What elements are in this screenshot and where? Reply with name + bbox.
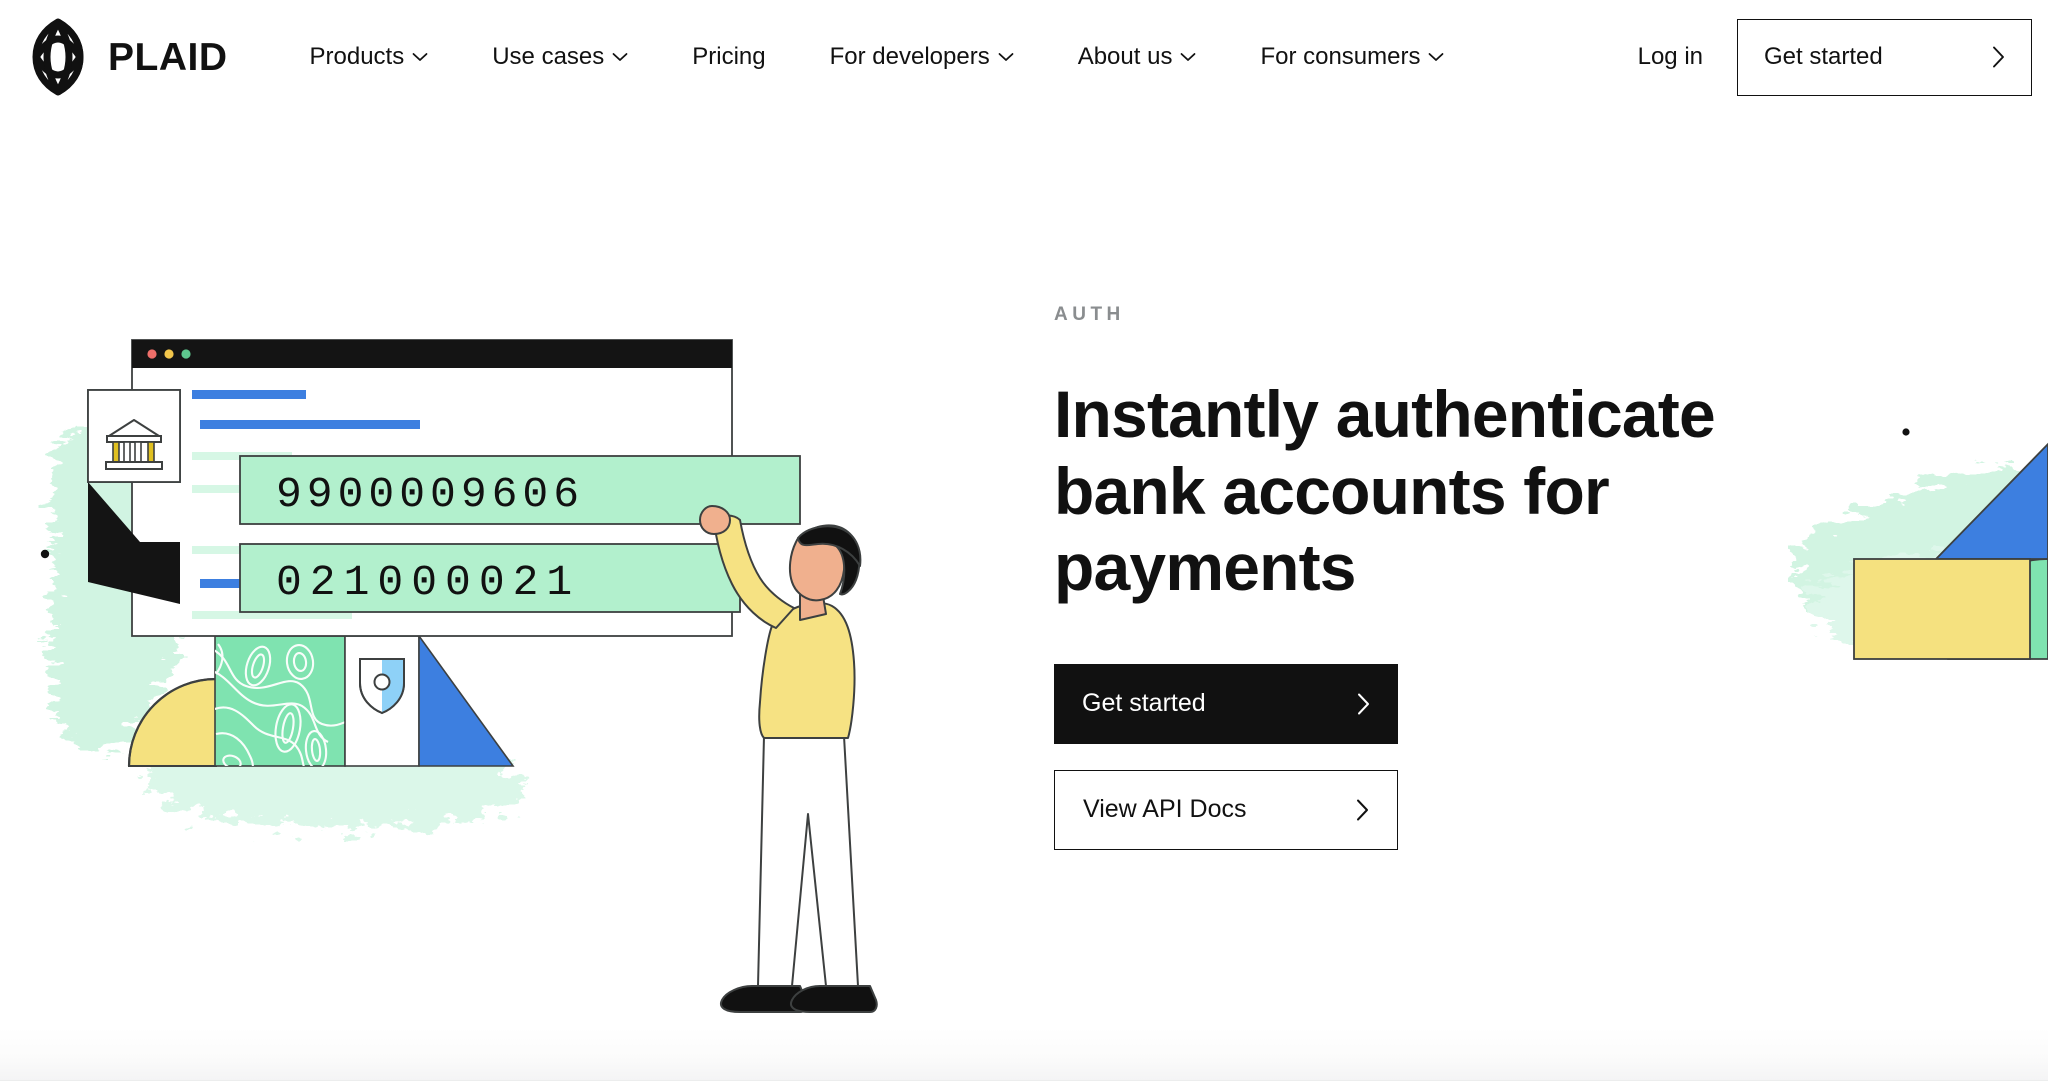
decor-dot-right bbox=[1902, 428, 1910, 436]
account-number-text: 9900009606 bbox=[276, 470, 584, 519]
traffic-light-green bbox=[181, 349, 191, 359]
hero-right-decoration bbox=[1788, 114, 2048, 1030]
chevron-down-icon bbox=[412, 52, 428, 62]
traffic-light-yellow bbox=[164, 349, 174, 359]
routing-number-text: 021000021 bbox=[276, 558, 580, 607]
top-navigation-bar: PLAID Products Use cases Pricing For dev… bbox=[0, 0, 2048, 114]
hero-cta-group: Get started View API Docs bbox=[1054, 663, 1754, 850]
blue-triangle-shape bbox=[418, 633, 515, 767]
nav-item-for-consumers[interactable]: For consumers bbox=[1228, 43, 1476, 71]
topographic-square-shape bbox=[214, 635, 346, 767]
nav-item-about-us[interactable]: About us bbox=[1046, 43, 1229, 71]
page-title: Instantly authenticate bank accounts for… bbox=[1054, 377, 1716, 605]
decor-dot bbox=[40, 549, 50, 559]
shield-card bbox=[344, 635, 420, 767]
chevron-down-icon bbox=[612, 52, 628, 62]
nav-item-label: Products bbox=[309, 43, 405, 70]
chevron-right-icon bbox=[1356, 799, 1369, 821]
nav-item-label: Pricing bbox=[692, 43, 766, 70]
hero-eyebrow: AUTH bbox=[1054, 304, 1125, 325]
brand-name: PLAID bbox=[108, 35, 228, 79]
nav-right-actions: Log in Get started bbox=[1604, 0, 2048, 114]
nav-item-label: For consumers bbox=[1260, 43, 1421, 70]
chevron-right-icon bbox=[1357, 693, 1370, 715]
nav-get-started-button[interactable]: Get started bbox=[1737, 18, 2032, 96]
hero-illustration: 9900009606 021000021 bbox=[0, 114, 980, 1030]
hero-copy: AUTH Instantly authenticate bank account… bbox=[1054, 304, 1754, 850]
section-divider bbox=[0, 1028, 2048, 1081]
chevron-right-icon bbox=[1992, 46, 2005, 68]
content-bar-blue bbox=[200, 420, 420, 429]
login-link[interactable]: Log in bbox=[1604, 43, 1737, 71]
nav-get-started-label: Get started bbox=[1764, 43, 1883, 70]
nav-item-label: Use cases bbox=[492, 43, 605, 70]
hero-get-started-button[interactable]: Get started bbox=[1054, 663, 1398, 744]
hero-view-api-docs-label: View API Docs bbox=[1083, 795, 1247, 824]
content-bar-blue bbox=[192, 390, 306, 399]
chevron-down-icon bbox=[1180, 52, 1196, 62]
routing-number-box: 021000021 bbox=[239, 543, 741, 613]
nav-item-pricing[interactable]: Pricing bbox=[660, 43, 797, 71]
nav-item-for-developers[interactable]: For developers bbox=[798, 43, 1046, 71]
nav-item-label: About us bbox=[1077, 43, 1173, 70]
nav-links: Products Use cases Pricing For developer… bbox=[278, 43, 1477, 71]
hero-section: 9900009606 021000021 AUTH Instantly auth… bbox=[0, 114, 2048, 1030]
chevron-down-icon bbox=[1428, 52, 1444, 62]
nav-item-label: For developers bbox=[829, 43, 990, 70]
traffic-light-red bbox=[147, 349, 157, 359]
content-bar-mint bbox=[192, 485, 240, 493]
plaid-lattice-logo-icon bbox=[22, 17, 94, 97]
nav-item-use-cases[interactable]: Use cases bbox=[460, 43, 660, 71]
brand-logo[interactable]: PLAID bbox=[22, 17, 228, 97]
yellow-rectangle-right bbox=[1853, 558, 2031, 660]
chevron-down-icon bbox=[998, 52, 1014, 62]
hero-get-started-label: Get started bbox=[1082, 689, 1206, 718]
nav-item-products[interactable]: Products bbox=[278, 43, 461, 71]
hero-view-api-docs-button[interactable]: View API Docs bbox=[1054, 769, 1398, 850]
